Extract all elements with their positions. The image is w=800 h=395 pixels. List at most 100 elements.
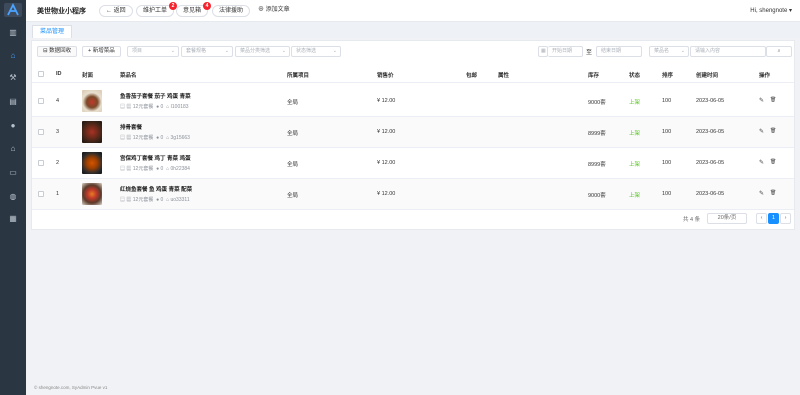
dish-meta: ▤ ▦ 12元套餐 ● 0 ⌂ I100183	[120, 104, 189, 110]
th-cover: 封面	[82, 73, 94, 79]
page-1-button[interactable]: 1	[768, 213, 779, 224]
dish-name: 排骨套餐	[120, 125, 143, 131]
dish-image	[82, 121, 102, 143]
table-row[interactable]: 4 鱼香茄子套餐 茄子 鸡蛋 青菜 ▤ ▦ 12元套餐 ● 0 ⌂ I10018…	[32, 86, 794, 117]
top-header: 美世物业小程序 ← 返回 维护工单 2 意见箱 4 法律援助 ⊕ 添加文章 Hi, …	[26, 0, 800, 22]
add-article-label: ⊕ 添加文章	[258, 7, 290, 13]
recycle-button[interactable]: ⊟ 数据回收	[37, 46, 78, 57]
th-stock: 库存	[588, 73, 600, 79]
total-count: 共 4 条	[683, 217, 701, 223]
mail-icon[interactable]: ▭	[8, 168, 18, 178]
feedback-badge: 4	[203, 2, 212, 10]
page-size-select[interactable]: 20条/页	[707, 213, 747, 224]
select-all-checkbox[interactable]	[38, 71, 44, 77]
table-row[interactable]: 1 红烧鱼套餐 鱼 鸡蛋 青菜 配菜 ▤ ▦ 12元套餐 ● 0 ⌂ uo333…	[32, 179, 794, 210]
cell-stock: 9000套	[588, 193, 606, 199]
th-status: 状态	[629, 73, 641, 79]
th-attr: 属性	[498, 73, 510, 79]
user-icon[interactable]: ●	[8, 121, 18, 131]
spec-filter[interactable]: 套餐规格 ⌄	[181, 46, 233, 57]
next-page-button[interactable]: ›	[780, 213, 791, 224]
edit-icon[interactable]: ✎	[759, 190, 764, 197]
chart-icon[interactable]: ▥	[8, 28, 18, 38]
project-filter[interactable]: 项目 ⌄	[127, 46, 179, 57]
status-badge[interactable]: 上架	[629, 160, 640, 168]
cell-project: 全局	[287, 162, 299, 168]
feedback-label: 意见箱	[183, 8, 202, 14]
tab-bar: 菜品管理	[26, 22, 800, 38]
row-checkbox[interactable]	[38, 191, 44, 197]
prev-page-button[interactable]: ‹	[756, 213, 767, 224]
status-badge[interactable]: 上架	[629, 129, 640, 137]
feedback-box-button[interactable]: 意见箱 4	[176, 2, 212, 17]
spec: 12元套餐	[132, 135, 154, 141]
cell-project: 全局	[287, 131, 299, 137]
dish-image	[82, 183, 102, 205]
calendar-icon[interactable]: ▦	[538, 46, 548, 57]
edit-icon[interactable]: ✎	[759, 97, 764, 104]
dish-name: 红烧鱼套餐 鱼 鸡蛋 青菜 配菜	[120, 187, 193, 193]
cell-project: 全局	[287, 193, 299, 199]
th-ops: 操作	[759, 73, 771, 79]
code: 3g15663	[170, 135, 190, 141]
dish-meta: ▤ ▦ 12元套餐 ● 0 ⌂ 3g15663	[120, 135, 190, 141]
table-row[interactable]: 2 宫保鸡丁套餐 鸡丁 青菜 鸡蛋 ▤ ▦ 12元套餐 ● 0 ⌂ 0h2238…	[32, 148, 794, 179]
cell-id: 3	[56, 129, 60, 135]
table-row[interactable]: 3 排骨套餐 ▤ ▦ 12元套餐 ● 0 ⌂ 3g15663 全局 ¥ 12.0…	[32, 117, 794, 148]
date-start-input[interactable]: 开始日期	[548, 46, 583, 57]
cell-created: 2023-06-05	[696, 191, 725, 197]
edit-icon[interactable]: ✎	[759, 128, 764, 135]
calendar-icon[interactable]: ▦	[8, 214, 18, 224]
user-name: Hi, shengnote	[750, 8, 788, 14]
cell-stock: 9000套	[588, 100, 606, 106]
delete-icon[interactable]: 🗑	[770, 97, 776, 103]
legal-aid-label: 法律援助	[219, 8, 244, 14]
sales: 0	[160, 135, 164, 141]
th-project: 所属项目	[287, 73, 310, 79]
dish-name: 宫保鸡丁套餐 鸡丁 青菜 鸡蛋	[120, 156, 191, 162]
row-checkbox[interactable]	[38, 160, 44, 166]
calculator-icon[interactable]: ▤	[8, 97, 18, 107]
status-filter[interactable]: 状态筛选 ⌄	[291, 46, 341, 57]
cell-stock: 8999套	[588, 162, 606, 168]
maintenance-orders-button[interactable]: 维护工单 2	[136, 2, 178, 17]
code: 0h22384	[170, 166, 190, 172]
cell-created: 2023-06-05	[696, 160, 725, 166]
row-checkbox[interactable]	[38, 98, 44, 104]
th-sort: 排序	[662, 73, 674, 79]
delete-icon[interactable]: 🗑	[770, 128, 776, 134]
cell-sort: 100	[662, 191, 672, 197]
tool-icon[interactable]: ⚒	[8, 73, 18, 83]
category-filter[interactable]: 菜品分类筛选 ⌄	[235, 46, 290, 57]
date-end-input[interactable]: 结束日期	[596, 46, 642, 57]
add-dish-button[interactable]: + 新增菜品	[82, 46, 121, 57]
back-button[interactable]: ← 返回	[99, 5, 133, 17]
sales: 0	[160, 197, 164, 203]
add-article-button[interactable]: ⊕ 添加文章	[252, 5, 296, 17]
cell-id: 1	[56, 191, 60, 197]
store-icon[interactable]: ⌂	[8, 144, 18, 154]
chevron-down-icon: ⌄	[680, 48, 685, 54]
home-icon[interactable]: ⌂	[8, 51, 18, 61]
cell-project: 全局	[287, 100, 299, 106]
footer-copyright: © shengnote.com, SyAdmin Pvue v1	[34, 385, 108, 390]
edit-icon[interactable]: ✎	[759, 159, 764, 166]
status-badge[interactable]: 上架	[629, 191, 640, 199]
cell-sort: 100	[662, 98, 672, 104]
tab-dish-management[interactable]: 菜品管理	[32, 25, 73, 38]
search-input[interactable]: 请输入内容	[690, 46, 766, 57]
cell-price: ¥ 12.00	[377, 98, 396, 104]
delete-icon[interactable]: 🗑	[770, 190, 776, 196]
status-badge[interactable]: 上架	[629, 98, 640, 106]
cell-created: 2023-06-05	[696, 129, 725, 135]
delete-icon[interactable]: 🗑	[770, 159, 776, 165]
legal-aid-button[interactable]: 法律援助	[212, 5, 251, 17]
search-icon[interactable]: ⌕	[766, 46, 792, 57]
row-checkbox[interactable]	[38, 129, 44, 135]
maintenance-label: 维护工单	[143, 8, 168, 14]
dish-image	[82, 90, 102, 112]
chevron-down-icon: ⌄	[170, 48, 175, 54]
user-menu[interactable]: Hi, shengnote ▾	[750, 7, 792, 14]
chat-icon[interactable]: ◍	[8, 192, 18, 202]
search-type-select[interactable]: 菜品名 ⌄	[649, 46, 689, 57]
